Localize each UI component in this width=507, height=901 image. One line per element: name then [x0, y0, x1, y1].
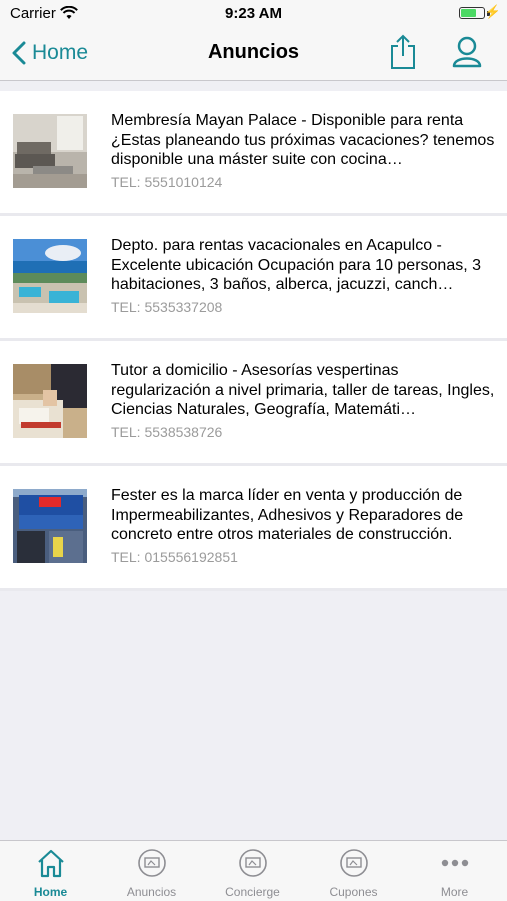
tab-home[interactable]: Home: [0, 841, 101, 901]
ad-phone: TEL: 5551010124: [111, 173, 223, 190]
user-icon: [452, 36, 482, 68]
beach-resort-photo: [13, 239, 87, 313]
tab-concierge[interactable]: Concierge: [202, 841, 303, 901]
more-icon: [441, 859, 469, 867]
charging-icon: ⚡: [484, 4, 501, 19]
navigation-bar: Home Anuncios: [0, 28, 507, 81]
tab-label: More: [440, 885, 469, 899]
tab-label: Concierge: [225, 885, 280, 899]
ad-text: Tutor a domicilio - Asesorías vespertina…: [111, 361, 496, 440]
home-icon: [38, 849, 64, 878]
tab-bar: Home Anuncios Concierge Cupones More: [0, 840, 507, 901]
living-room-photo: [13, 114, 87, 188]
storefront-photo: [13, 489, 87, 563]
ad-phone: TEL: 015556192851: [111, 548, 238, 565]
list-item[interactable]: Tutor a domicilio - Asesorías vespertina…: [0, 341, 507, 466]
tab-label: Home: [33, 885, 68, 899]
share-button[interactable]: [390, 34, 416, 75]
ad-phone: TEL: 5538538726: [111, 423, 223, 440]
ad-title: Membresía Mayan Palace - Disponible para…: [111, 112, 495, 168]
list-item[interactable]: Depto. para rentas vacacionales en Acapu…: [0, 216, 507, 341]
tab-cupones[interactable]: Cupones: [303, 841, 404, 901]
tab-label: Cupones: [329, 885, 378, 899]
ad-title: Fester es la marca líder en venta y prod…: [111, 487, 464, 543]
ad-text: Fester es la marca líder en venta y prod…: [111, 486, 496, 565]
ads-icon: [138, 849, 166, 877]
tab-label: Anuncios: [126, 885, 177, 899]
status-time: 9:23 AM: [225, 5, 282, 22]
page-title: Anuncios: [207, 41, 300, 63]
ad-phone: TEL: 5535337208: [111, 298, 223, 315]
status-bar: Carrier 9:23 AM ⚡: [0, 0, 507, 28]
coupons-icon: [340, 849, 368, 877]
ad-text: Depto. para rentas vacacionales en Acapu…: [111, 236, 496, 315]
profile-button[interactable]: [452, 36, 482, 73]
list-item[interactable]: Fester es la marca líder en venta y prod…: [0, 466, 507, 591]
tutoring-photo: [13, 364, 87, 438]
concierge-icon: [239, 849, 267, 877]
ad-title: Depto. para rentas vacacionales en Acapu…: [111, 237, 482, 293]
tab-anuncios[interactable]: Anuncios: [101, 841, 202, 901]
ads-list: Membresía Mayan Palace - Disponible para…: [0, 91, 507, 591]
ad-title: Tutor a domicilio - Asesorías vespertina…: [111, 362, 495, 418]
battery-icon: [459, 7, 485, 19]
share-icon: [391, 34, 415, 69]
list-item[interactable]: Membresía Mayan Palace - Disponible para…: [0, 91, 507, 216]
tab-more[interactable]: More: [404, 841, 505, 901]
ad-text: Membresía Mayan Palace - Disponible para…: [111, 111, 496, 190]
